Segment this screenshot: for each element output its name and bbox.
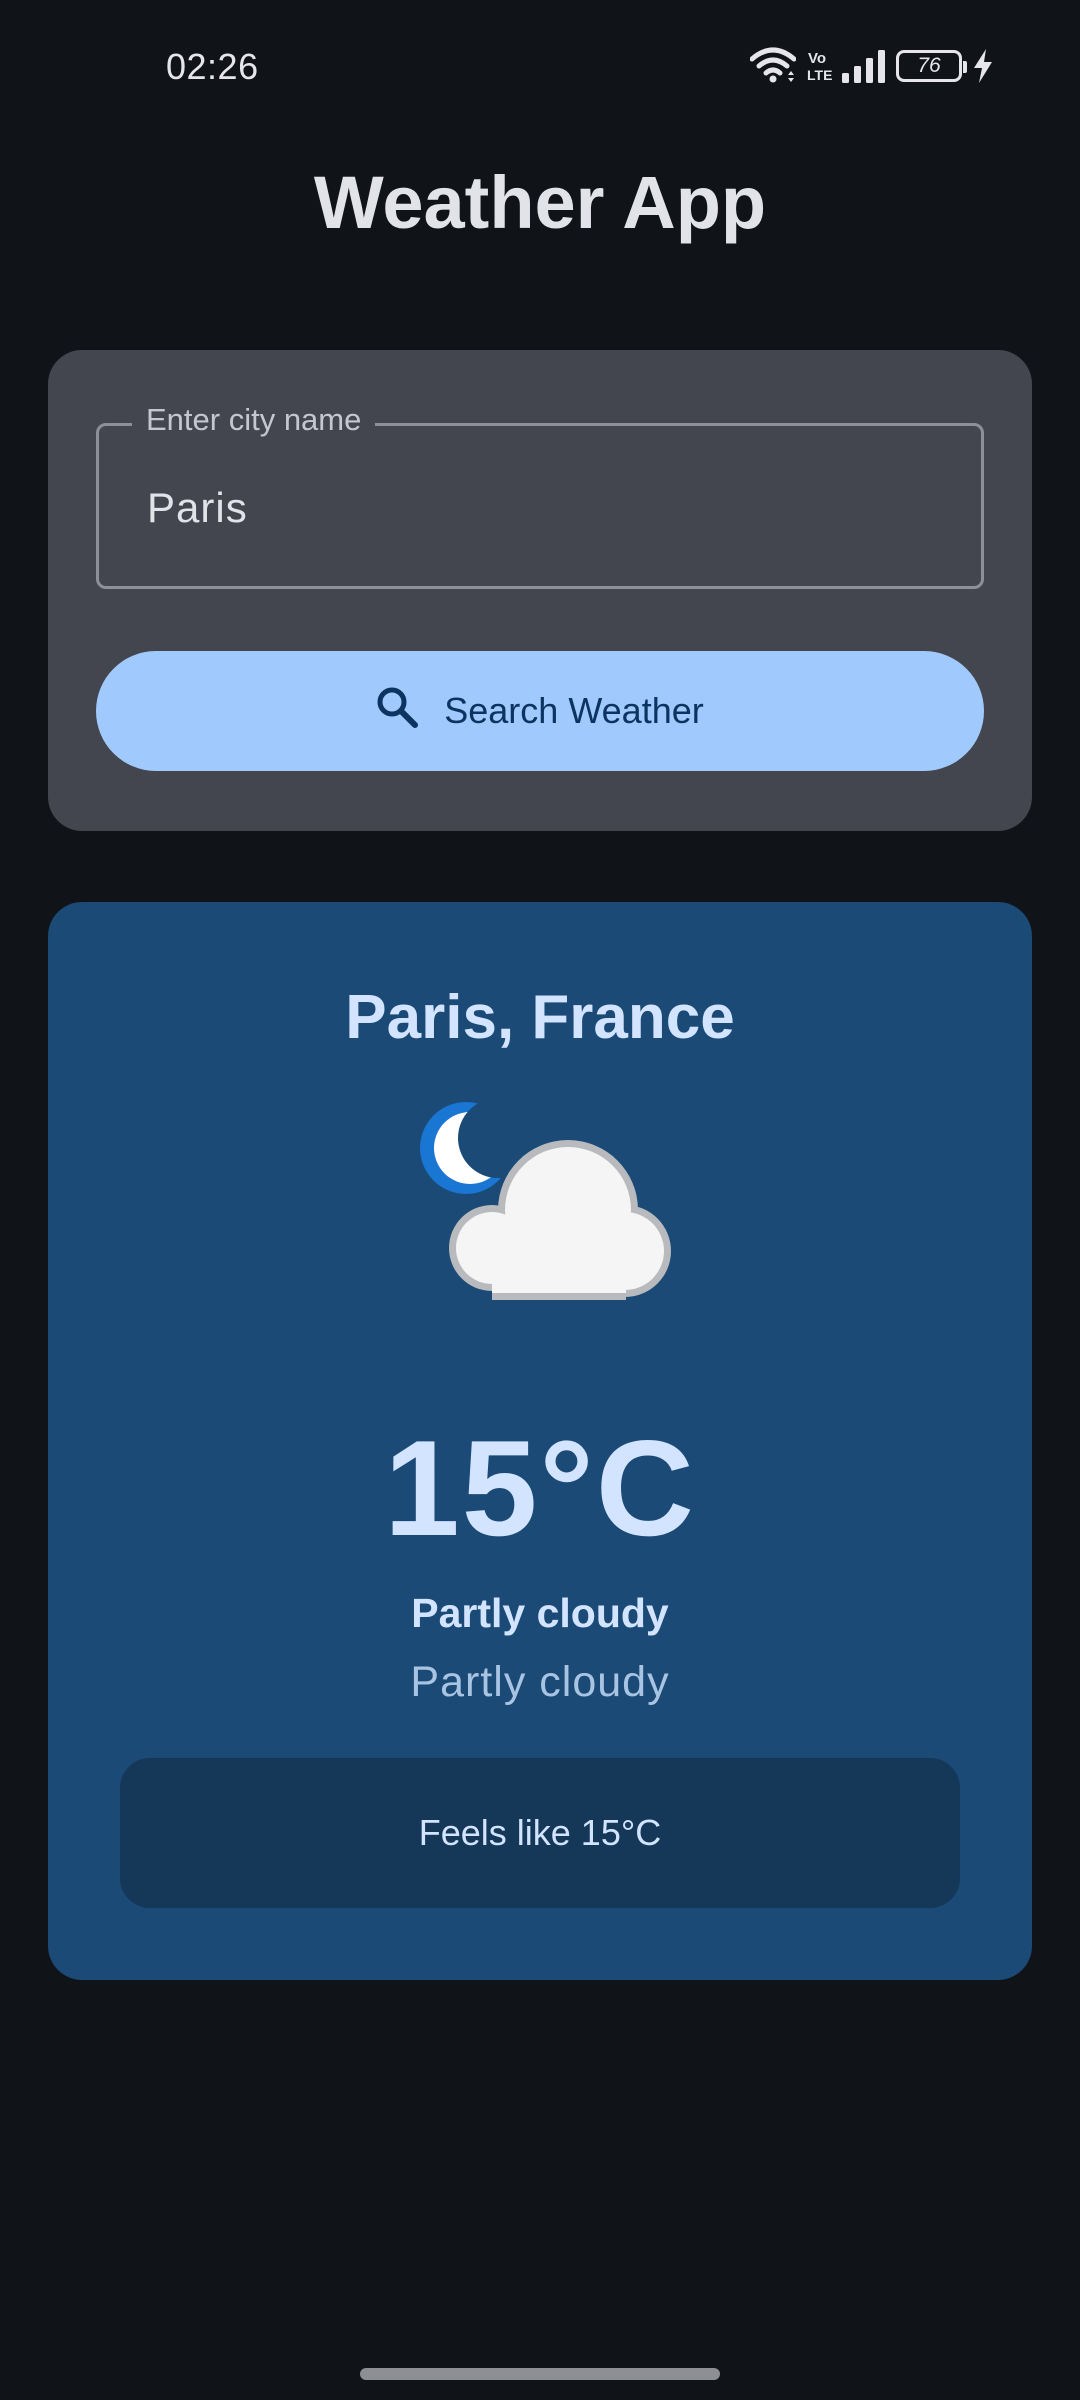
weather-description: Partly cloudy [410,1658,670,1706]
battery-icon: 76 [896,50,967,82]
status-time: 02:26 [166,46,259,87]
wifi-icon [750,47,796,85]
temperature: 15°C [384,1412,696,1564]
battery-level: 76 [917,54,941,77]
charging-icon [972,49,994,83]
search-button-label: Search Weather [444,690,704,731]
partly-cloudy-night-icon [420,1098,720,1318]
status-bar: 02:26 Vo LTE 76 [0,0,1080,136]
svg-text:Vo: Vo [808,50,826,67]
feels-like-text: Feels like 15°C [418,1812,662,1853]
search-icon [376,686,419,737]
signal-icon [842,49,886,83]
search-weather-button[interactable]: Search Weather [96,651,984,771]
feels-like-box: Feels like 15°C [120,1758,960,1908]
screen: 02:26 Vo LTE 76 Weather App Enter city n… [0,0,1080,2400]
volte-icon: Vo LTE [806,48,832,84]
svg-text:LTE: LTE [807,67,832,83]
app-title: Weather App [313,161,767,244]
home-indicator[interactable] [360,2368,720,2380]
city-field-value[interactable]: Paris [147,484,248,532]
search-card: Enter city name Paris Search Weather [48,350,1032,831]
weather-card: Paris, France 15°C Partly cloudy Partly … [48,902,1032,1980]
city-name-field[interactable]: Enter city name Paris [96,402,984,589]
weather-condition: Partly cloudy [411,1590,669,1636]
city-field-label: Enter city name [132,402,376,438]
status-icons: Vo LTE 76 [750,44,994,88]
location-name: Paris, France [345,983,735,1052]
